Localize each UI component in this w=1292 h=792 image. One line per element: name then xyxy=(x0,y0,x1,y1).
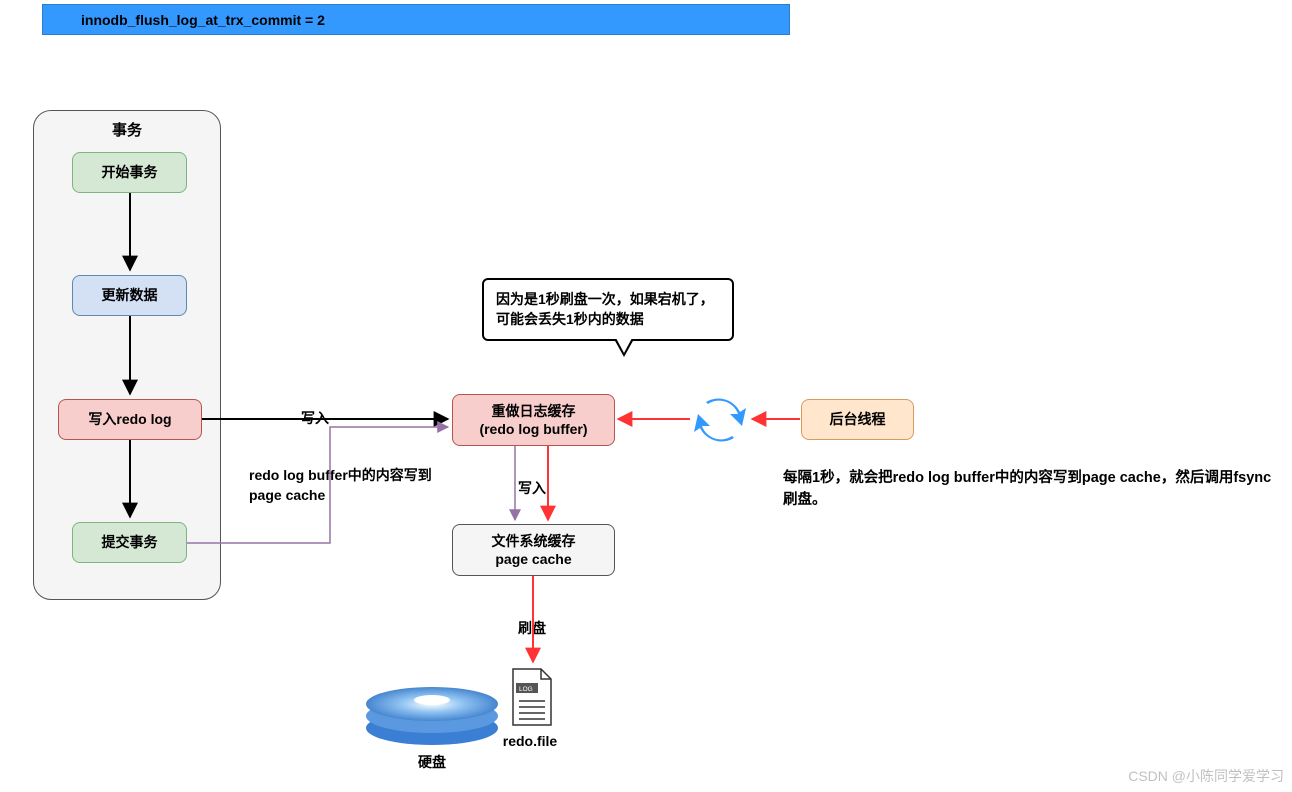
node-writeredo-label: 写入redo log xyxy=(88,410,171,428)
node-update-data: 更新数据 xyxy=(72,275,187,316)
node-start-label: 开始事务 xyxy=(102,163,158,181)
title-text: innodb_flush_log_at_trx_commit = 2 xyxy=(81,12,325,28)
label-flush: 刷盘 xyxy=(516,618,548,638)
title-bar: innodb_flush_log_at_trx_commit = 2 xyxy=(42,4,790,35)
node-start-tx: 开始事务 xyxy=(72,152,187,193)
redo-buffer-l1: 重做日志缓存 xyxy=(492,402,576,420)
bg-desc-text: 每隔1秒，就会把redo log buffer中的内容写到page cache，… xyxy=(783,470,1271,508)
speech-text: 因为是1秒刷盘一次，如果宕机了，可能会丢失1秒内的数据 xyxy=(496,291,714,327)
svg-text:LOG: LOG xyxy=(519,686,533,693)
redo-buffer-l2: (redo log buffer) xyxy=(479,420,587,438)
label-disk: 硬盘 xyxy=(414,752,450,772)
label-write-1: 写入 xyxy=(299,408,331,428)
node-page-cache: 文件系统缓存 page cache xyxy=(452,524,615,576)
node-bg-thread: 后台线程 xyxy=(801,399,914,440)
bg-thread-label: 后台线程 xyxy=(830,410,886,428)
label-buffer-note: redo log buffer中的内容写到page cache xyxy=(247,466,437,505)
label-redofile: redo.file xyxy=(495,733,565,749)
node-write-redo: 写入redo log xyxy=(58,399,202,440)
node-redo-buffer: 重做日志缓存 (redo log buffer) xyxy=(452,394,615,446)
label-write-2: 写入 xyxy=(516,478,548,498)
node-commit-tx: 提交事务 xyxy=(72,522,187,563)
node-update-label: 更新数据 xyxy=(102,286,158,304)
bg-thread-description: 每隔1秒，就会把redo log buffer中的内容写到page cache，… xyxy=(783,468,1273,512)
watermark: CSDN @小陈同学爱学习 xyxy=(1128,766,1284,786)
node-commit-label: 提交事务 xyxy=(102,533,158,551)
page-cache-l2: page cache xyxy=(495,550,571,568)
transaction-title: 事务 xyxy=(34,119,220,140)
page-cache-l1: 文件系统缓存 xyxy=(492,532,576,550)
speech-note: 因为是1秒刷盘一次，如果宕机了，可能会丢失1秒内的数据 xyxy=(482,278,734,341)
